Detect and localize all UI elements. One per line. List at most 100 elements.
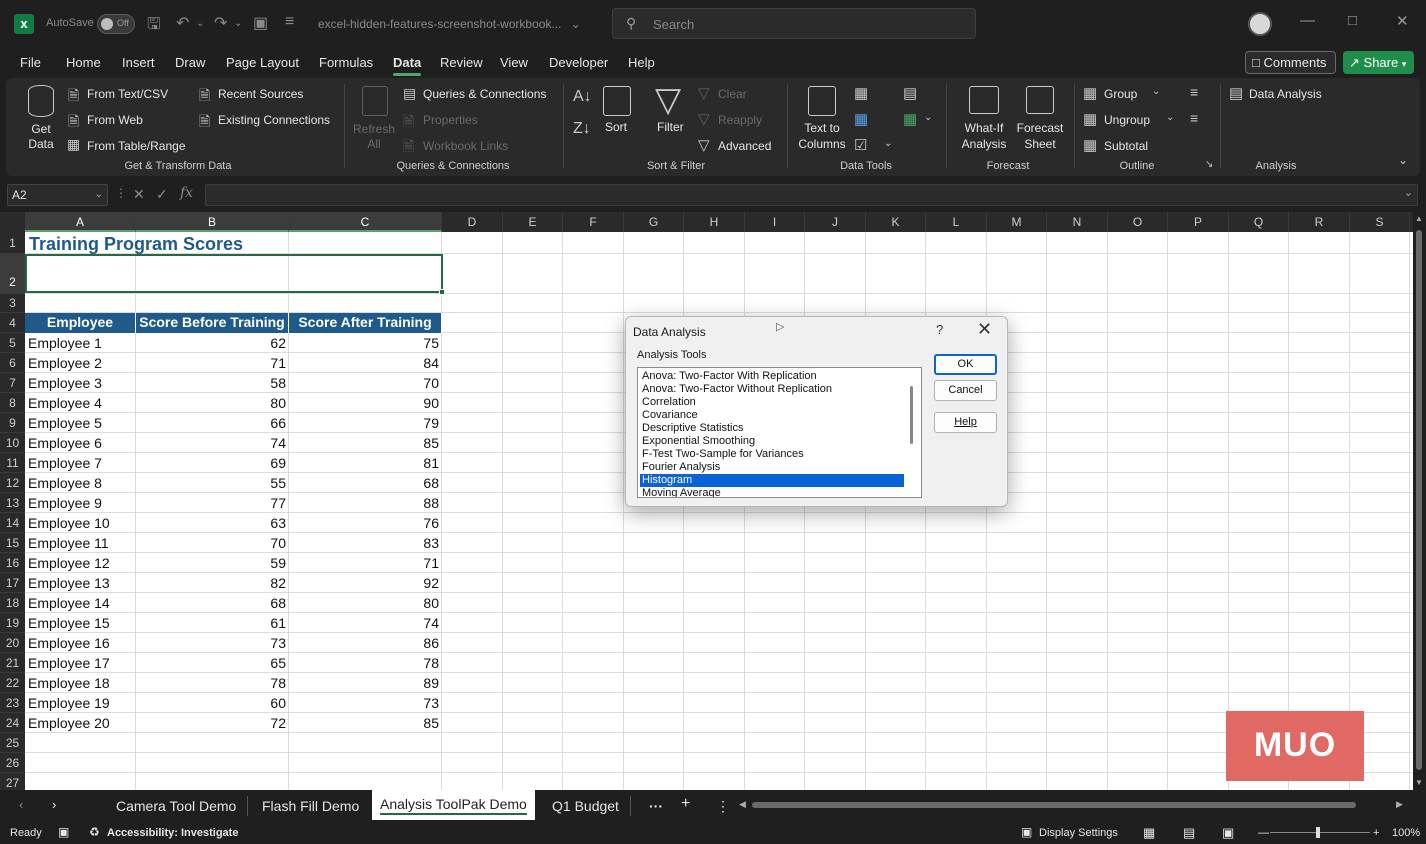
page-break-view-icon[interactable]: ▣ [1222,825,1234,841]
zoom-out-icon[interactable]: — [1258,827,1269,839]
redo-dropdown-icon[interactable]: ⌄ [234,18,242,29]
analysis-tool-item[interactable]: Anova: Two-Factor With Replication [640,370,904,383]
avatar[interactable] [1248,12,1272,36]
sheet-tab-flash-fill-demo[interactable]: Flash Fill Demo [262,798,359,814]
tab-help[interactable]: Help [628,55,655,70]
analysis-tools-list[interactable]: Anova: Two-Factor With Replication Anova:… [637,367,922,498]
close-icon[interactable]: ✕ [977,319,992,340]
scroll-down-icon[interactable]: ▼ [1415,778,1423,787]
column-header[interactable]: N [1047,212,1108,232]
undo-icon[interactable]: ↶ [176,13,189,33]
column-header[interactable]: P [1168,212,1229,232]
table-cell[interactable]: 84 [289,353,442,373]
table-cell[interactable]: Employee 14 [25,593,136,613]
row-header[interactable]: 25 [0,733,25,753]
table-cell[interactable]: 90 [289,393,442,413]
enter-icon[interactable]: ✓ [156,186,168,203]
table-cell[interactable]: 71 [136,353,289,373]
table-cell[interactable]: Employee 8 [25,473,136,493]
table-cell[interactable]: 61 [136,613,289,633]
formula-input[interactable]: ⌄ [205,184,1418,206]
column-header[interactable]: O [1108,212,1168,232]
table-cell[interactable]: 73 [136,633,289,653]
analysis-tool-item[interactable]: Histogram [640,474,904,487]
row-header[interactable]: 3 [0,294,25,313]
table-cell[interactable]: 58 [136,373,289,393]
table-cell[interactable]: 66 [136,413,289,433]
data-validation-icon[interactable]: ☑ [854,136,867,154]
tab-home[interactable]: Home [66,55,101,70]
row-header[interactable]: 9 [0,413,25,433]
table-cell[interactable]: Employee 1 [25,333,136,353]
document-title[interactable]: excel-hidden-features-screenshot-workboo… [318,17,581,31]
table-cell[interactable]: Employee 19 [25,693,136,713]
cancel-icon[interactable]: ✕ [133,186,145,203]
column-header[interactable]: L [926,212,987,232]
row-header[interactable]: 27 [0,773,25,790]
select-all-corner[interactable] [0,212,25,232]
scroll-left-icon[interactable]: ◀ [739,799,746,810]
table-cell[interactable]: 80 [289,593,442,613]
table-cell[interactable]: Employee 18 [25,673,136,693]
fill-handle[interactable] [439,289,445,295]
refresh-all-button[interactable]: Refresh All [352,122,396,152]
tab-view[interactable]: View [500,55,528,70]
reapply-button[interactable]: Reapply [718,113,762,127]
sheet-tab-analysis-toolpak-demo[interactable]: Analysis ToolPak Demo [372,790,535,820]
sort-button[interactable]: Sort [605,120,627,134]
zoom-in-icon[interactable]: + [1373,827,1379,839]
table-cell[interactable]: 60 [136,693,289,713]
sheet-options-icon[interactable]: ⋮ [716,798,730,815]
table-header-cell[interactable]: Employee [25,313,136,333]
column-header[interactable]: A [25,212,136,232]
chevron-down-icon[interactable]: ⌄ [924,112,932,123]
column-header[interactable]: J [805,212,866,232]
row-header[interactable]: 13 [0,493,25,513]
table-cell[interactable]: 55 [136,473,289,493]
redo-icon[interactable]: ↷ [214,13,227,33]
accessibility-status[interactable]: Accessibility: Investigate [107,827,238,839]
table-cell[interactable]: Employee 11 [25,533,136,553]
column-header[interactable]: F [563,212,624,232]
tab-draw[interactable]: Draw [175,55,205,70]
column-header[interactable]: K [866,212,926,232]
column-header[interactable]: M [987,212,1047,232]
table-cell[interactable]: 70 [136,533,289,553]
consolidate-icon[interactable]: ▤ [903,84,917,102]
table-cell[interactable]: Employee 20 [25,713,136,733]
table-cell[interactable]: 80 [136,393,289,413]
table-cell[interactable]: 73 [289,693,442,713]
tab-page-layout[interactable]: Page Layout [226,55,299,70]
tab-developer[interactable]: Developer [549,55,608,70]
column-header[interactable]: D [442,212,503,232]
analysis-tool-item[interactable]: Fourier Analysis [640,461,904,474]
name-box[interactable]: A2 ⌄ [7,184,108,206]
insert-function-icon[interactable]: fx [180,185,193,201]
table-cell[interactable]: 62 [136,333,289,353]
advanced-button[interactable]: Advanced [718,139,771,153]
table-header-cell[interactable]: Score Before Training [136,313,289,333]
horizontal-scroll-thumb[interactable] [752,802,1356,808]
row-header[interactable]: 14 [0,513,25,533]
sort-ascending-icon[interactable]: A↓ [573,88,592,106]
column-header[interactable]: C [289,212,442,232]
table-cell[interactable]: 71 [289,553,442,573]
scroll-up-icon[interactable]: ▲ [1415,214,1423,223]
row-header[interactable]: 17 [0,573,25,593]
row-header[interactable]: 4 [0,313,25,333]
table-cell[interactable]: Employee 3 [25,373,136,393]
customize-qat-icon[interactable]: ≡ [285,13,294,31]
expand-formula-icon[interactable]: ⌄ [1404,186,1413,199]
row-header[interactable]: 19 [0,613,25,633]
table-cell[interactable]: 82 [136,573,289,593]
column-header[interactable]: G [624,212,684,232]
table-cell[interactable]: 88 [289,493,442,513]
zoom-slider-thumb[interactable] [1316,827,1320,838]
data-analysis-button[interactable]: Data Analysis [1249,87,1322,101]
row-header[interactable]: 5 [0,333,25,353]
more-sheets-icon[interactable]: ··· [649,798,663,814]
macro-record-icon[interactable]: ▣ [58,825,69,839]
close-window-icon[interactable]: ✕ [1396,12,1409,30]
table-cell[interactable]: Employee 17 [25,653,136,673]
relationships-icon[interactable]: ▦ [903,110,917,128]
